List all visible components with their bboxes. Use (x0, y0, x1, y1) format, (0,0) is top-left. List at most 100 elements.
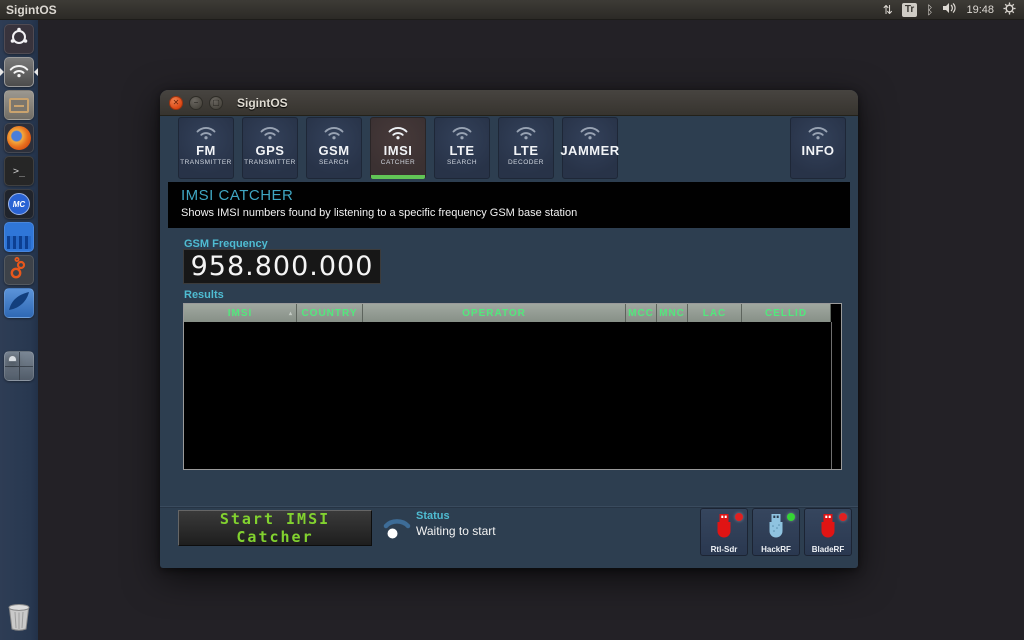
launcher-item-dash-home[interactable] (4, 24, 34, 54)
window-titlebar[interactable]: ✕ − ▢ SigintOS (160, 90, 858, 116)
global-menubar: SigintOS ⇅ Tr ᛒ 19:48 (0, 0, 1024, 20)
status-label: Status (416, 510, 450, 522)
results-scrollbar[interactable] (831, 322, 832, 469)
tab-label: JAMMER (560, 143, 620, 158)
wireshark-fin-icon (7, 290, 31, 317)
volume-icon[interactable] (942, 2, 957, 17)
device-label: Rtl-Sdr (710, 545, 738, 554)
device-button-rtlsdr[interactable]: Rtl-Sdr (700, 508, 748, 556)
tab-lte-search[interactable]: LTE SEARCH (434, 117, 490, 179)
launcher-item-spectrum-analyzer[interactable] (4, 222, 34, 252)
device-led-bladerf (839, 513, 847, 521)
gnuradio-icon (8, 256, 30, 284)
dash-home-icon (9, 27, 29, 52)
launcher-item-gnuradio[interactable] (4, 255, 34, 285)
unity-launcher: >_ MC (0, 20, 38, 640)
sort-indicator-icon[interactable]: ▴ (289, 310, 293, 317)
wifi-icon (808, 127, 828, 140)
clock[interactable]: 19:48 (966, 4, 994, 16)
column-header-imsi[interactable]: IMSI ▴ (184, 304, 297, 322)
tab-gsm-search[interactable]: GSM SEARCH (306, 117, 362, 179)
wifi-icon (260, 127, 280, 140)
status-block: Status Waiting to start (416, 510, 496, 538)
wifi-icon (516, 127, 536, 140)
device-button-bladerf[interactable]: BladeRF (804, 508, 852, 556)
tab-sublabel: TRANSMITTER (244, 159, 296, 166)
launcher-item-terminal[interactable]: >_ (4, 156, 34, 186)
column-header-lac[interactable]: LAC (688, 304, 742, 322)
midnight-commander-icon: MC (8, 193, 30, 215)
wifi-icon (580, 127, 600, 140)
launcher-item-file-manager[interactable] (4, 90, 34, 120)
tab-imsi-catcher[interactable]: IMSI CATCHER (370, 117, 426, 179)
launcher-item-trash[interactable] (4, 604, 34, 634)
tab-label: LTE (449, 143, 475, 158)
column-header-cellid[interactable]: CELLID (742, 304, 831, 322)
menubar-app-title: SigintOS (6, 2, 57, 17)
status-signal-icon (382, 511, 412, 544)
tab-sublabel: DECODER (507, 159, 544, 166)
window-minimize-button[interactable]: − (189, 95, 203, 110)
start-imsi-catcher-button[interactable]: Start IMSI Catcher (178, 510, 372, 546)
tab-sublabel: SEARCH (446, 159, 478, 166)
column-header-mcc[interactable]: MCC (626, 304, 657, 322)
tab-gps-transmitter[interactable]: GPS TRANSMITTER (242, 117, 298, 179)
firefox-icon (7, 126, 31, 150)
trash-icon (6, 604, 32, 634)
tab-sublabel: TRANSMITTER (180, 159, 232, 166)
section-banner: IMSI CATCHER Shows IMSI numbers found by… (168, 182, 850, 228)
device-label: HackRF (761, 545, 791, 554)
device-led-rtlsdr (735, 513, 743, 521)
session-gear-icon[interactable] (1003, 1, 1016, 18)
device-button-hackrf[interactable]: HackRF (752, 508, 800, 556)
tab-label: IMSI (383, 143, 413, 158)
launcher-item-wireshark[interactable] (4, 288, 34, 318)
workspace-switcher-icon (8, 355, 17, 362)
tab-label: LTE (513, 143, 539, 158)
launcher-item-workspace-switcher[interactable] (4, 351, 34, 381)
section-title: IMSI CATCHER (181, 187, 294, 204)
launcher-active-arrow-right (34, 68, 38, 76)
results-table: IMSI ▴ COUNTRY OPERATOR MCC MNC LAC CELL… (183, 303, 842, 470)
device-led-hackrf (787, 513, 795, 521)
results-table-header: IMSI ▴ COUNTRY OPERATOR MCC MNC LAC CELL… (184, 304, 841, 322)
status-value: Waiting to start (416, 524, 496, 538)
system-tray: ⇅ Tr ᛒ 19:48 (883, 1, 1016, 18)
tab-label: GPS (255, 143, 285, 158)
column-header-country[interactable]: COUNTRY (297, 304, 363, 322)
usb-icon (765, 513, 787, 545)
launcher-item-sigintos[interactable] (4, 57, 34, 87)
column-header-operator[interactable]: OPERATOR (363, 304, 626, 322)
launcher-item-midnight-commander[interactable]: MC (4, 189, 34, 219)
window-close-button[interactable]: ✕ (169, 95, 183, 110)
gsm-frequency-input[interactable]: 958.800.000 (183, 249, 381, 284)
window-maximize-button[interactable]: ▢ (209, 95, 223, 110)
wifi-icon (388, 127, 408, 140)
tab-jammer[interactable]: JAMMER (560, 117, 620, 179)
keyboard-layout-indicator[interactable]: Tr (901, 2, 918, 17)
device-label: BladeRF (811, 545, 845, 554)
tab-lte-decoder[interactable]: LTE DECODER (498, 117, 554, 179)
tab-label: INFO (801, 143, 835, 158)
column-header-mnc[interactable]: MNC (657, 304, 688, 322)
file-manager-icon (9, 97, 29, 113)
sigintos-window: ✕ − ▢ SigintOS FM TRANSMITTER GPS TRANSM… (160, 90, 858, 568)
tab-sublabel: CATCHER (380, 159, 416, 166)
bluetooth-icon[interactable]: ᛒ (926, 3, 933, 17)
tab-label: FM (196, 143, 216, 158)
results-table-body (184, 322, 841, 469)
tab-info[interactable]: INFO (790, 117, 846, 179)
window-title: SigintOS (237, 95, 288, 110)
usb-icon (713, 513, 735, 545)
spectrum-waterfall-icon (7, 236, 31, 249)
launcher-item-firefox[interactable] (4, 123, 34, 153)
tab-fm-transmitter[interactable]: FM TRANSMITTER (178, 117, 234, 179)
terminal-icon: >_ (12, 165, 26, 177)
wifi-icon (196, 127, 216, 140)
usb-icon (817, 513, 839, 545)
network-traffic-icon[interactable]: ⇅ (883, 3, 893, 17)
results-label: Results (184, 289, 224, 301)
wifi-icon (8, 62, 30, 83)
wifi-icon (324, 127, 344, 140)
tab-sublabel: SEARCH (318, 159, 350, 166)
